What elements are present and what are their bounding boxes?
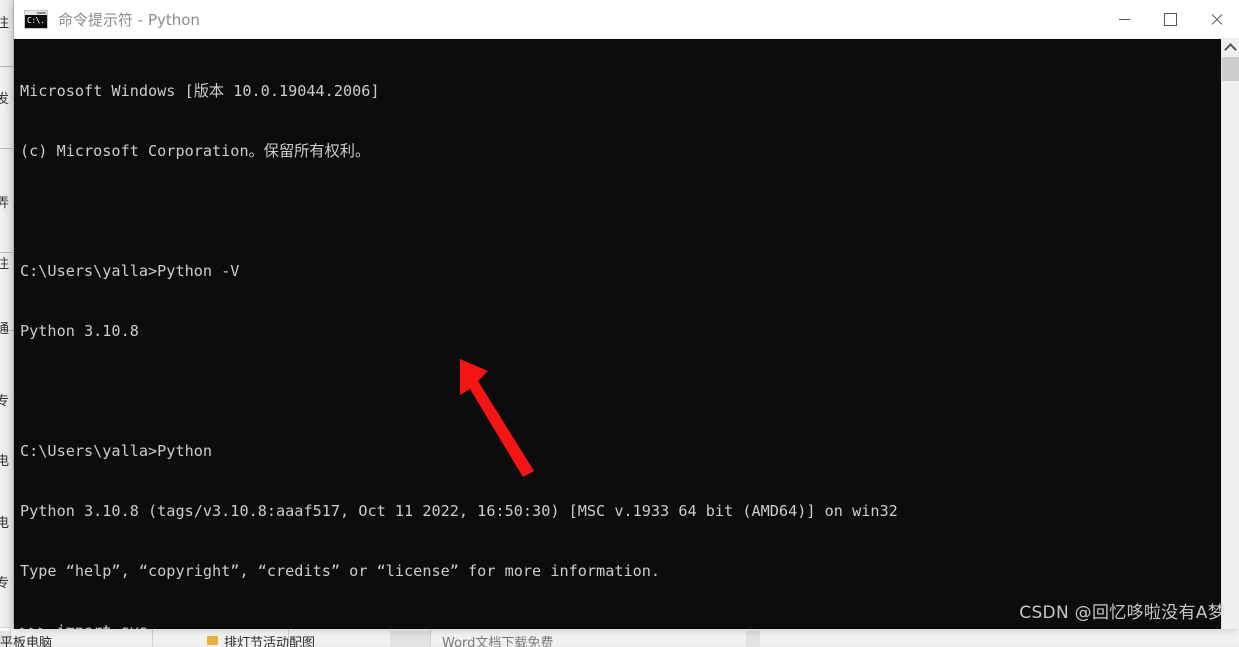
bg-left-glyph: 发 xyxy=(0,88,9,107)
console-line: Python 3.10.8 (tags/v3.10.8:aaaf517, Oct… xyxy=(20,501,1216,521)
bg-left-glyph: 电 xyxy=(0,450,9,469)
scrollbar-thumb[interactable] xyxy=(1222,57,1239,81)
console-line: (c) Microsoft Corporation。保留所有权利。 xyxy=(20,141,1216,161)
window-title: 命令提示符 - Python xyxy=(58,9,200,30)
bg-left-glyph: 通 xyxy=(0,318,9,337)
console-scrollbar[interactable] xyxy=(1221,39,1239,629)
bg-left-glyph: 电 xyxy=(0,512,9,531)
minimize-icon xyxy=(1119,19,1130,20)
scrollbar-up-arrow[interactable] xyxy=(1222,39,1239,56)
bg-left-glyph: 注 xyxy=(0,253,9,272)
bg-bottom-cell-2: Word文档下载免费 xyxy=(442,632,553,647)
console-line: C:\Users\yalla>Python -V xyxy=(20,261,1216,281)
background-bottom-bar: 平板电脑 排灯节活动配图 Word文档下载免费 xyxy=(0,627,1239,647)
window-controls xyxy=(1101,0,1239,38)
bg-left-glyph: 专 xyxy=(0,572,9,591)
console-line: Type “help”, “copyright”, “credits” or “… xyxy=(20,561,1216,581)
console-line: Microsoft Windows [版本 10.0.19044.2006] xyxy=(20,81,1216,101)
cmd-icon: C:\. xyxy=(24,10,48,29)
cmd-icon-prompt-text: C:\. xyxy=(27,16,44,26)
maximize-button[interactable] xyxy=(1147,0,1193,38)
command-prompt-window: C:\. 命令提示符 - Python Microsoft Windows [版… xyxy=(14,0,1239,628)
console-text: Microsoft Windows [版本 10.0.19044.2006] (… xyxy=(20,41,1216,629)
close-icon xyxy=(1210,13,1223,26)
console-line: C:\Users\yalla>Python xyxy=(20,441,1216,461)
folder-icon xyxy=(207,636,218,645)
console-line xyxy=(20,201,1216,221)
bg-left-glyph: 专 xyxy=(0,390,9,409)
bg-left-glyph: 注 xyxy=(0,12,9,31)
console-line: Python 3.10.8 xyxy=(20,321,1216,341)
bg-bottom-cell-1: 排灯节活动配图 xyxy=(224,632,315,647)
console-line xyxy=(20,381,1216,401)
maximize-icon xyxy=(1164,13,1177,26)
close-button[interactable] xyxy=(1193,0,1239,38)
bg-left-glyph: 弄 xyxy=(0,192,9,211)
console-output-area[interactable]: Microsoft Windows [版本 10.0.19044.2006] (… xyxy=(14,39,1239,629)
csdn-watermark: CSDN @回忆哆啦没有A梦 xyxy=(1019,598,1225,623)
minimize-button[interactable] xyxy=(1101,0,1147,38)
bg-bottom-cell-0: 平板电脑 xyxy=(0,632,52,647)
window-title-bar[interactable]: C:\. 命令提示符 - Python xyxy=(14,0,1239,39)
